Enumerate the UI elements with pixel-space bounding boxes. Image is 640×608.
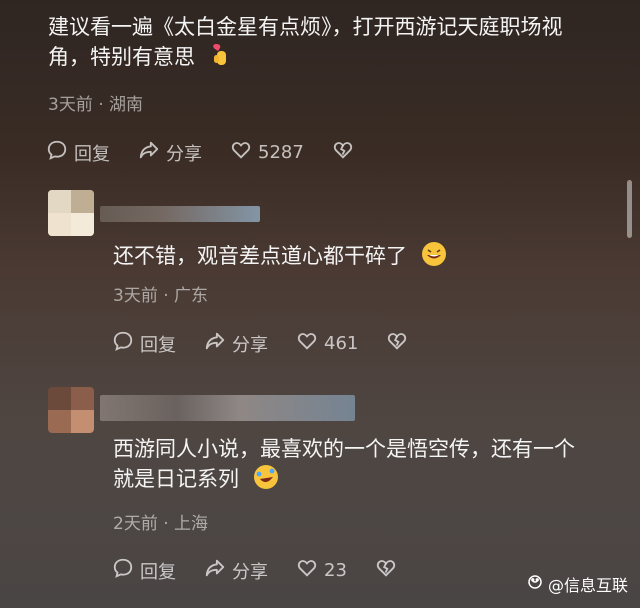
broken-heart-icon [375, 557, 403, 584]
reply-label: 回复 [74, 143, 110, 165]
comment-text-line-2: 角，特别有意思 [48, 45, 195, 69]
reply-label: 回复 [140, 334, 176, 356]
scrollbar[interactable] [627, 180, 632, 238]
comment-bubble-icon [46, 139, 74, 166]
username-blurred[interactable] [100, 206, 260, 222]
comment-text-line: 还不错，观音差点道心都干碎了 [113, 244, 407, 268]
share-label: 分享 [232, 334, 268, 356]
comment-actions: 回复 分享 461 [112, 330, 442, 357]
comment-meta: 2天前 · 上海 [113, 514, 209, 534]
comment-text-line: 就是日记系列 [113, 464, 613, 494]
reply-button[interactable]: 回复 [112, 330, 176, 357]
broken-heart-icon [386, 330, 414, 357]
share-button[interactable]: 分享 [204, 330, 268, 357]
watermark-text: @信息互联 [547, 576, 628, 595]
rolling-laughing-emoji-icon [253, 465, 278, 489]
like-count: 5287 [258, 142, 304, 163]
like-button[interactable]: 23 [296, 557, 347, 584]
dislike-button[interactable] [332, 139, 360, 166]
comment-actions: 回复 分享 23 [112, 557, 431, 584]
share-arrow-icon [204, 557, 232, 584]
watermark: @信息互联 [526, 572, 628, 596]
comment-text-line: 角，特别有意思 [48, 42, 618, 76]
comment-meta: 3天前 · 湖南 [48, 95, 144, 115]
comment-bubble-icon [112, 330, 140, 357]
share-arrow-icon [138, 139, 166, 166]
share-button[interactable]: 分享 [138, 139, 202, 166]
reply-label: 回复 [140, 561, 176, 583]
comment-actions: 回复 分享 5287 [46, 139, 388, 166]
finger-heart-emoji-icon [210, 42, 230, 76]
like-count: 461 [324, 333, 359, 354]
dislike-button[interactable] [375, 557, 403, 584]
comment-bubble-icon [112, 557, 140, 584]
watermark-logo-icon [526, 573, 548, 595]
dislike-button[interactable] [386, 330, 414, 357]
comment-text: 还不错，观音差点道心都干碎了 [113, 241, 446, 271]
broken-heart-icon [332, 139, 360, 166]
laughing-emoji-icon [421, 242, 446, 266]
comment-meta: 3天前 · 广东 [113, 286, 209, 306]
username-blurred[interactable] [100, 395, 355, 421]
share-button[interactable]: 分享 [204, 557, 268, 584]
like-button[interactable]: 461 [296, 330, 358, 357]
reply-button[interactable]: 回复 [112, 557, 176, 584]
heart-icon [230, 139, 258, 166]
like-button[interactable]: 5287 [230, 139, 304, 166]
like-count: 23 [324, 560, 347, 581]
comment-text-line: 建议看一遍《太白金星有点烦》，打开西游记天庭职场视 [48, 15, 563, 39]
share-label: 分享 [166, 143, 202, 165]
heart-icon [296, 330, 324, 357]
reply-button[interactable]: 回复 [46, 139, 110, 166]
share-label: 分享 [232, 561, 268, 583]
avatar[interactable] [48, 190, 94, 236]
comment-text-line-2: 就是日记系列 [113, 467, 239, 491]
share-arrow-icon [204, 330, 232, 357]
comment-text: 西游同人小说，最喜欢的一个是悟空传，还有一个 就是日记系列 [113, 434, 613, 494]
comment-text: 建议看一遍《太白金星有点烦》，打开西游记天庭职场视 角，特别有意思 [48, 12, 618, 76]
heart-icon [296, 557, 324, 584]
comment-text-line: 西游同人小说，最喜欢的一个是悟空传，还有一个 [113, 437, 575, 461]
avatar[interactable] [48, 387, 94, 433]
